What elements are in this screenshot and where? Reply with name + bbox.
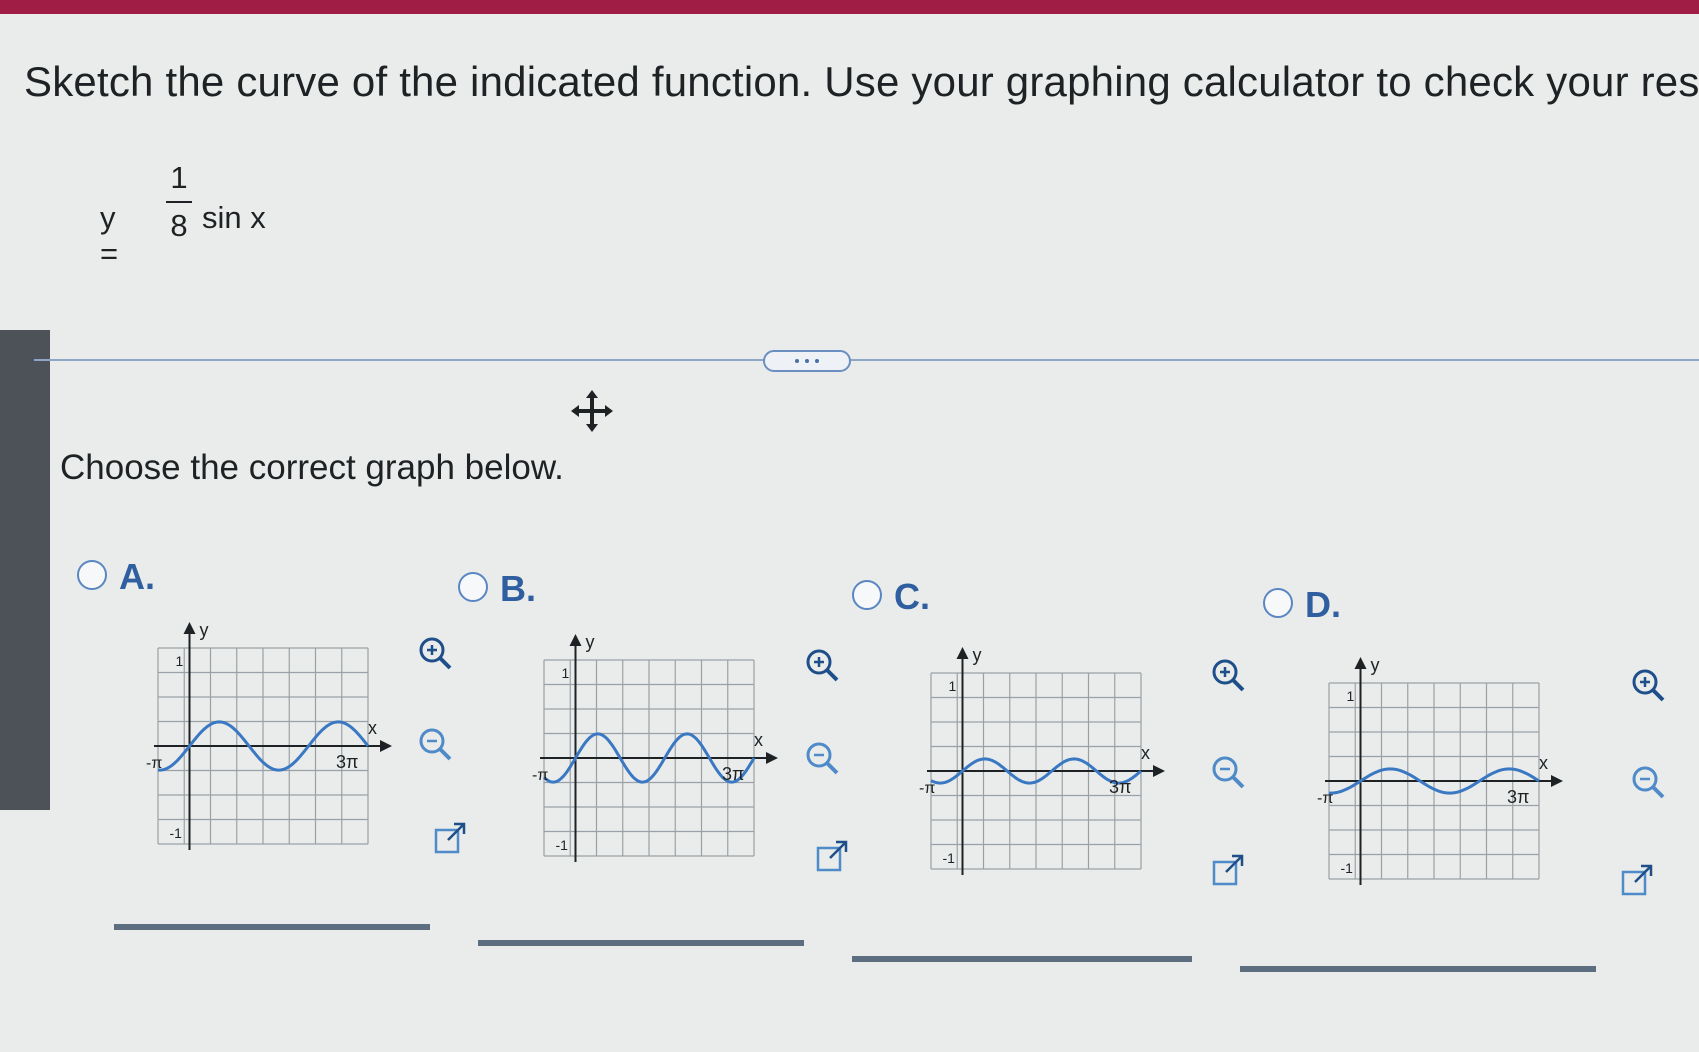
- radio-b[interactable]: [458, 572, 488, 602]
- y-tick-bottom: -1: [170, 825, 183, 841]
- option-b-underline: [478, 940, 804, 946]
- x-axis-arrow: [766, 752, 778, 764]
- graph-plot: y x 1 -1 -π 3π: [532, 632, 778, 862]
- x-tick-left: -π: [1317, 790, 1333, 807]
- y-tick-top: 1: [949, 678, 957, 694]
- y-axis-label: y: [973, 645, 982, 665]
- radio-c[interactable]: [852, 580, 882, 610]
- radio-a[interactable]: [77, 560, 107, 590]
- graph-c: y x 1 -1 -π 3π: [917, 645, 1167, 885]
- radio-d[interactable]: [1263, 588, 1293, 618]
- x-tick-right: 3π: [1109, 777, 1131, 797]
- option-a-underline: [114, 924, 430, 930]
- y-tick-top: 1: [176, 653, 184, 669]
- x-axis-arrow: [380, 740, 392, 752]
- x-tick-left: -π: [532, 767, 548, 784]
- y-tick-bottom: -1: [943, 850, 956, 866]
- top-brand-bar: [0, 0, 1699, 14]
- y-axis-arrow: [183, 622, 196, 634]
- x-axis-label: x: [754, 730, 763, 750]
- x-tick-right: 3π: [336, 752, 358, 772]
- y-axis-label: y: [1371, 655, 1380, 675]
- option-c-underline: [852, 956, 1192, 962]
- y-axis-arrow: [956, 647, 969, 659]
- zoom-in-icon[interactable]: [415, 633, 455, 673]
- option-a-label: A.: [119, 556, 155, 597]
- y-tick-top: 1: [562, 665, 570, 681]
- popout-icon[interactable]: [430, 818, 470, 858]
- y-tick-top: 1: [1347, 688, 1355, 704]
- zoom-out-icon[interactable]: [1628, 762, 1668, 802]
- y-tick-bottom: -1: [1341, 860, 1354, 876]
- fraction-bar: [166, 201, 192, 203]
- x-axis-arrow: [1551, 775, 1563, 787]
- x-tick-left: -π: [919, 780, 935, 797]
- option-b-label: B.: [500, 568, 536, 609]
- y-axis-label: y: [586, 632, 595, 652]
- x-axis-label: x: [368, 718, 377, 738]
- popout-icon[interactable]: [1208, 850, 1248, 890]
- graph-plot: y x 1 -1 -π 3π: [146, 620, 392, 850]
- x-axis-arrow: [1153, 765, 1165, 777]
- x-axis-label: x: [1539, 753, 1548, 773]
- zoom-out-icon[interactable]: [415, 724, 455, 764]
- left-panel-edge: [0, 330, 50, 810]
- popout-icon[interactable]: [812, 836, 852, 876]
- more-dots-icon[interactable]: [763, 350, 851, 372]
- graph-plot: y x 1 -1 -π 3π: [1317, 655, 1563, 885]
- question-instruction: Sketch the curve of the indicated functi…: [24, 58, 1699, 105]
- option-c-label: C.: [894, 576, 930, 617]
- zoom-in-icon[interactable]: [1628, 665, 1668, 705]
- x-tick-left: -π: [146, 755, 162, 772]
- zoom-in-icon[interactable]: [1208, 655, 1248, 695]
- y-tick-bottom: -1: [556, 837, 569, 853]
- y-axis-arrow: [569, 634, 582, 646]
- graph-b: y x 1 -1 -π 3π: [530, 632, 780, 872]
- formula-numerator: 1: [170, 160, 188, 195]
- zoom-in-icon[interactable]: [802, 645, 842, 685]
- x-tick-right: 3π: [722, 764, 744, 784]
- option-d-label: D.: [1305, 584, 1341, 625]
- section-divider: [34, 359, 1699, 361]
- y-axis-label: y: [200, 620, 209, 640]
- graph-plot: y x 1 -1 -π 3π: [919, 645, 1165, 875]
- x-tick-right: 3π: [1507, 787, 1529, 807]
- formula-fraction: 1 8: [166, 160, 192, 244]
- graph-a: y x 1 -1 -π 3π: [144, 620, 394, 860]
- y-axis-arrow: [1354, 657, 1367, 669]
- zoom-out-icon[interactable]: [1208, 752, 1248, 792]
- graph-d: y x 1 -1 -π 3π: [1315, 655, 1565, 895]
- move-icon[interactable]: [567, 386, 617, 436]
- option-d-underline: [1240, 966, 1596, 972]
- formula-lhs: y =: [100, 200, 119, 271]
- popout-icon[interactable]: [1617, 860, 1657, 900]
- zoom-out-icon[interactable]: [802, 738, 842, 778]
- x-axis-label: x: [1141, 743, 1150, 763]
- choose-prompt: Choose the correct graph below.: [60, 448, 564, 487]
- formula-denominator: 8: [170, 208, 188, 243]
- formula-rhs: sin x: [202, 200, 266, 235]
